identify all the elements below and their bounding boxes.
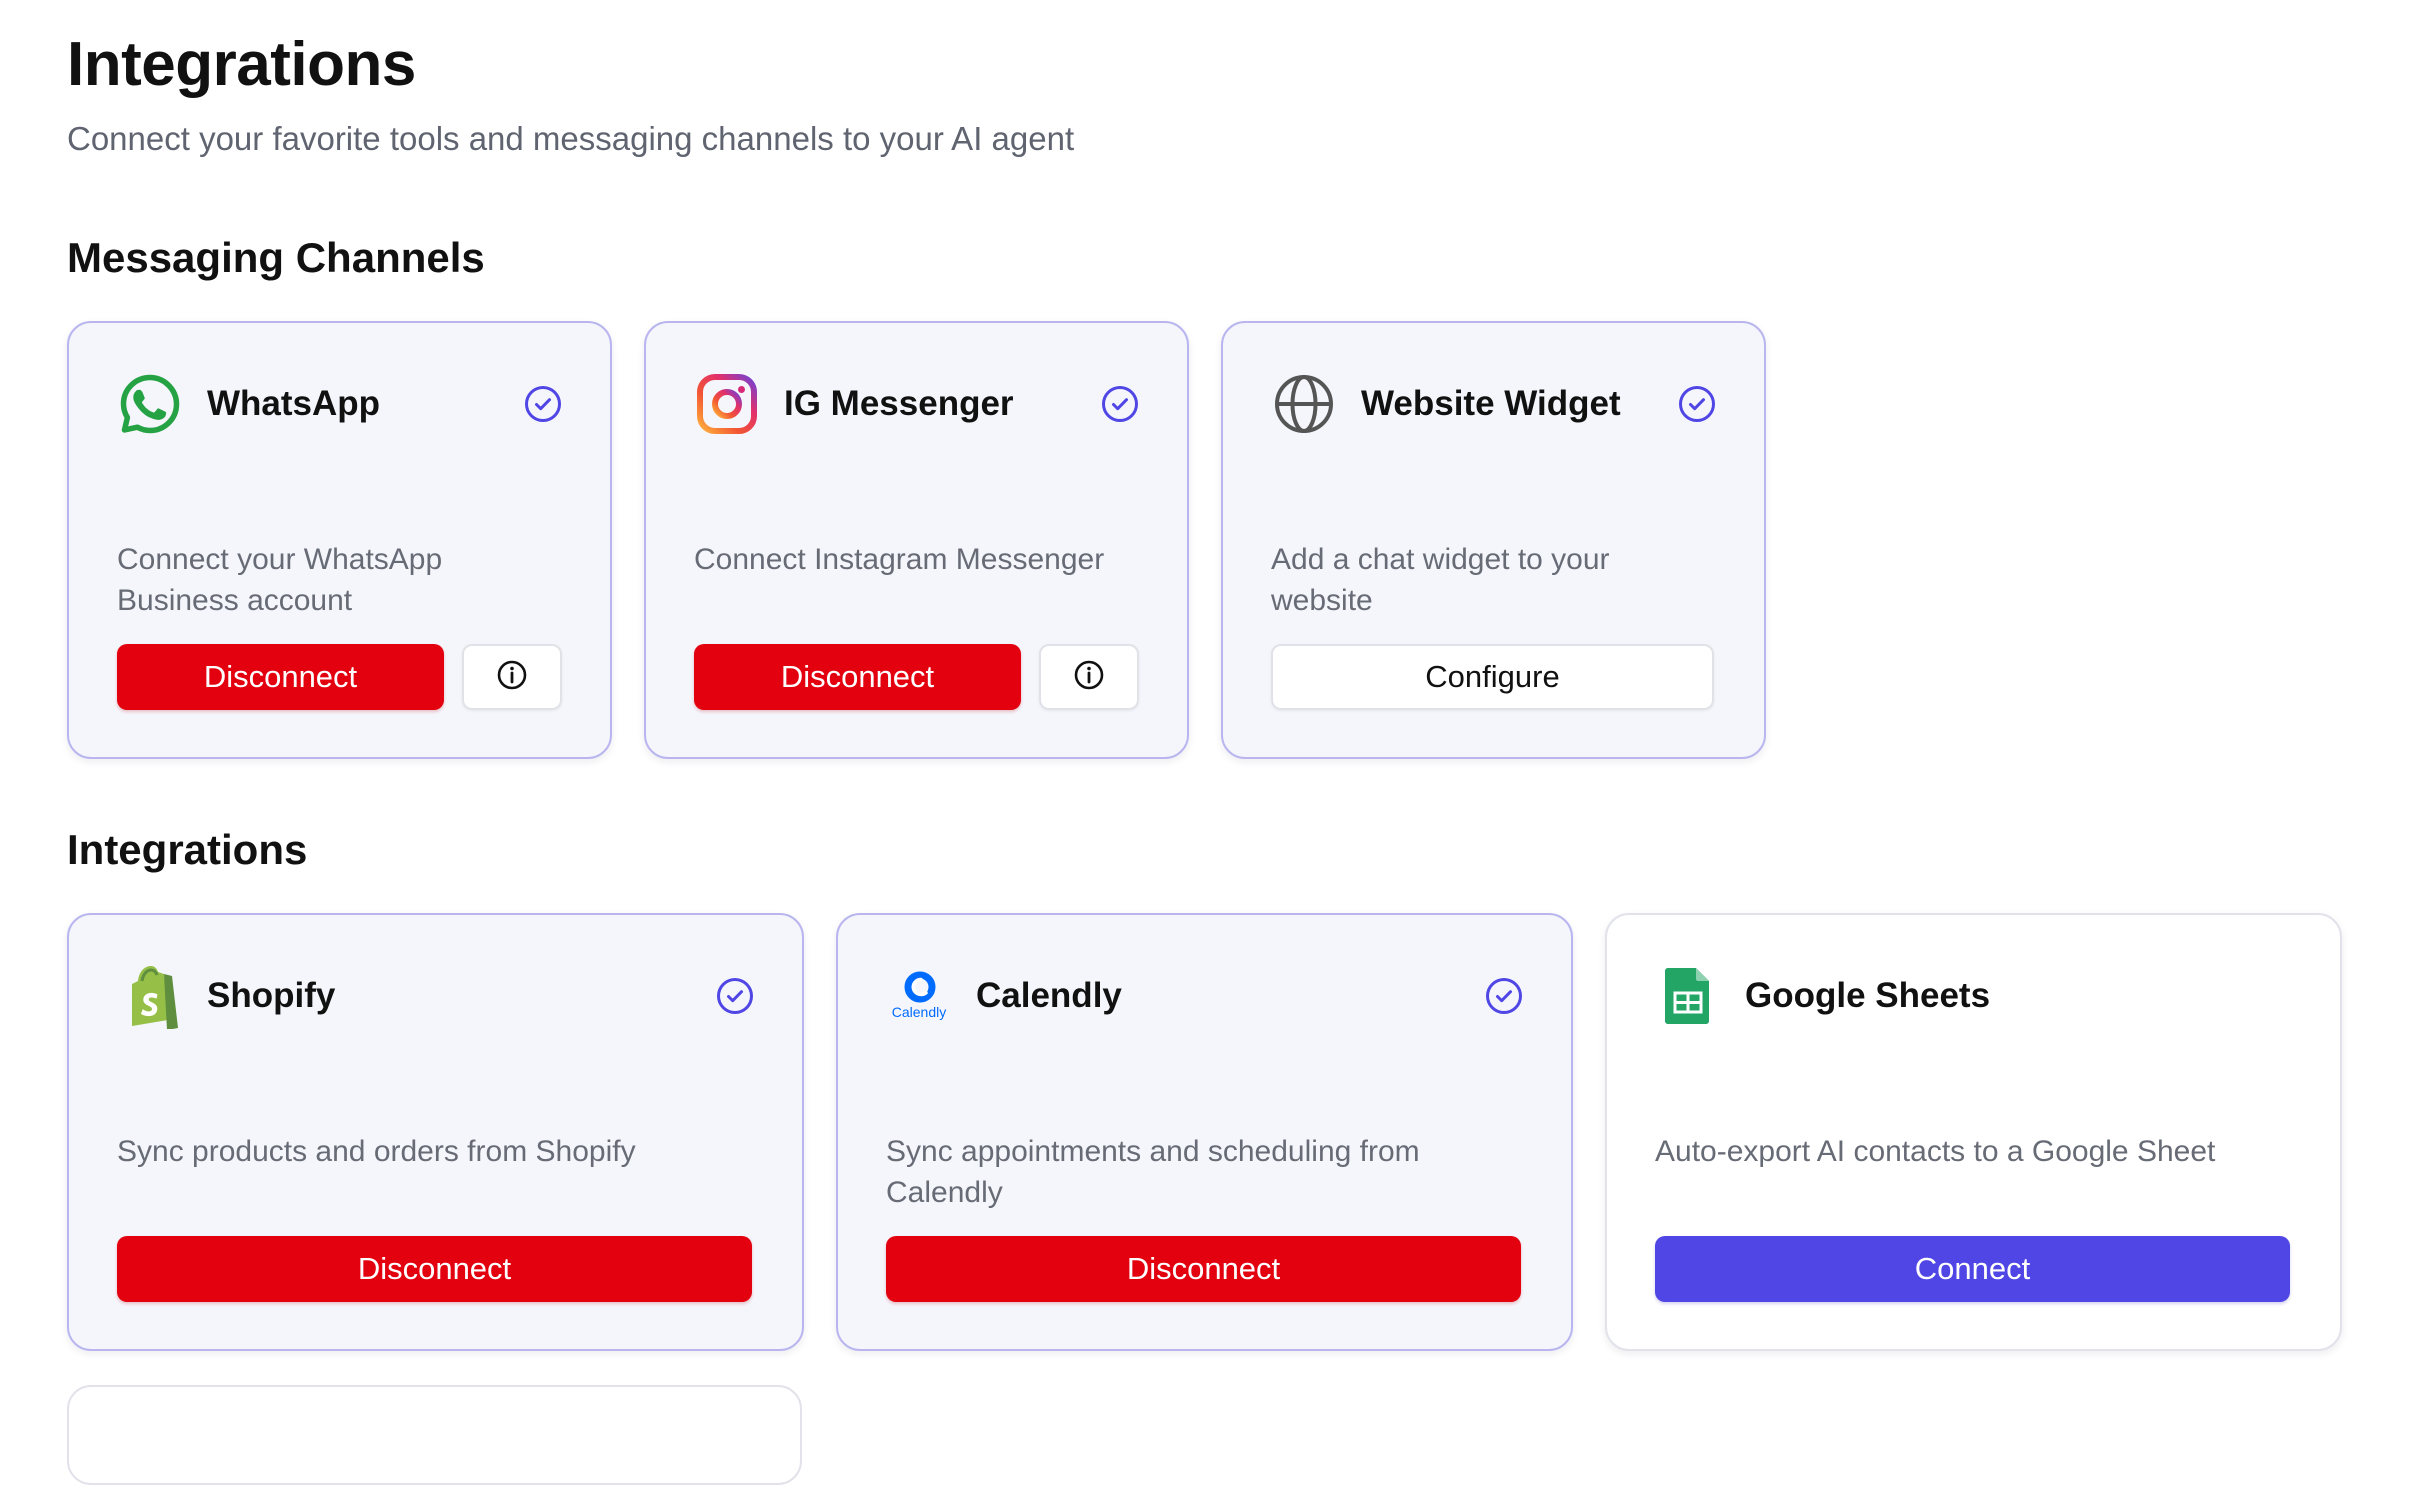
globe-icon	[1271, 371, 1337, 437]
card-title: Shopify	[207, 976, 336, 1015]
card-title: Website Widget	[1361, 384, 1621, 423]
card-header: Shopify	[117, 963, 754, 1029]
page-subtitle: Connect your favorite tools and messagin…	[67, 120, 1075, 157]
card-title: Google Sheets	[1745, 976, 1991, 1015]
page-title: Integrations	[67, 30, 416, 99]
card-header: IG Messenger	[694, 371, 1139, 437]
card-description: Connect your WhatsApp Business account	[117, 543, 443, 617]
check-circle-icon	[1101, 385, 1139, 423]
disconnect-ig-messenger-button[interactable]: Disconnect	[694, 644, 1021, 710]
card-title: WhatsApp	[207, 384, 381, 423]
disconnect-shopify-button[interactable]: Disconnect	[117, 1236, 752, 1302]
card-title: Calendly	[976, 976, 1122, 1015]
website-widget-card: Website Widget Add a chat widget to your…	[1221, 321, 1766, 759]
calendly-icon: Calendly	[886, 963, 952, 1029]
info-icon	[1072, 658, 1106, 697]
card-title: IG Messenger	[784, 384, 1014, 423]
integrations-page: Integrations Connect your favorite tools…	[0, 0, 2412, 1485]
whatsapp-info-button[interactable]	[462, 644, 562, 710]
disconnect-calendly-button[interactable]: Disconnect	[886, 1236, 1521, 1302]
check-circle-icon	[1485, 977, 1523, 1015]
disconnect-whatsapp-button[interactable]: Disconnect	[117, 644, 444, 710]
integrations-section-title: Integrations	[67, 826, 308, 873]
check-circle-icon	[716, 977, 754, 1015]
whatsapp-card: WhatsApp Connect your WhatsApp Business …	[67, 321, 612, 759]
card-description: Add a chat widget to your website	[1271, 543, 1610, 617]
calendly-card: Calendly Calendly Sync appointments and …	[836, 913, 1573, 1351]
shopify-card: Shopify Sync products and orders from Sh…	[67, 913, 804, 1351]
calendly-logo-text: Calendly	[892, 1004, 946, 1020]
messaging-section-title: Messaging Channels	[67, 234, 485, 281]
shopify-icon	[117, 963, 183, 1029]
card-header: Google Sheets	[1655, 963, 2292, 1029]
info-icon	[495, 658, 529, 697]
whatsapp-icon	[117, 371, 183, 437]
card-header: Calendly Calendly	[886, 963, 1523, 1029]
connect-google-sheets-button[interactable]: Connect	[1655, 1236, 2290, 1302]
card-description: Sync products and orders from Shopify	[117, 1135, 636, 1168]
card-description: Connect Instagram Messenger	[694, 543, 1105, 576]
check-circle-icon	[524, 385, 562, 423]
ig-messenger-info-button[interactable]	[1039, 644, 1139, 710]
card-description: Auto-export AI contacts to a Google Shee…	[1655, 1135, 2216, 1168]
card-description: Sync appointments and scheduling from Ca…	[886, 1135, 1420, 1209]
configure-website-widget-button[interactable]: Configure	[1271, 644, 1714, 710]
instagram-icon	[694, 371, 760, 437]
google-sheets-card: Google Sheets Auto-export AI contacts to…	[1605, 913, 2342, 1351]
ig-messenger-card: IG Messenger Connect Instagram Messenger…	[644, 321, 1189, 759]
partial-integration-card	[67, 1385, 802, 1485]
card-header: Website Widget	[1271, 371, 1716, 437]
card-header: WhatsApp	[117, 371, 562, 437]
check-circle-icon	[1678, 385, 1716, 423]
google-sheets-icon	[1655, 963, 1721, 1029]
